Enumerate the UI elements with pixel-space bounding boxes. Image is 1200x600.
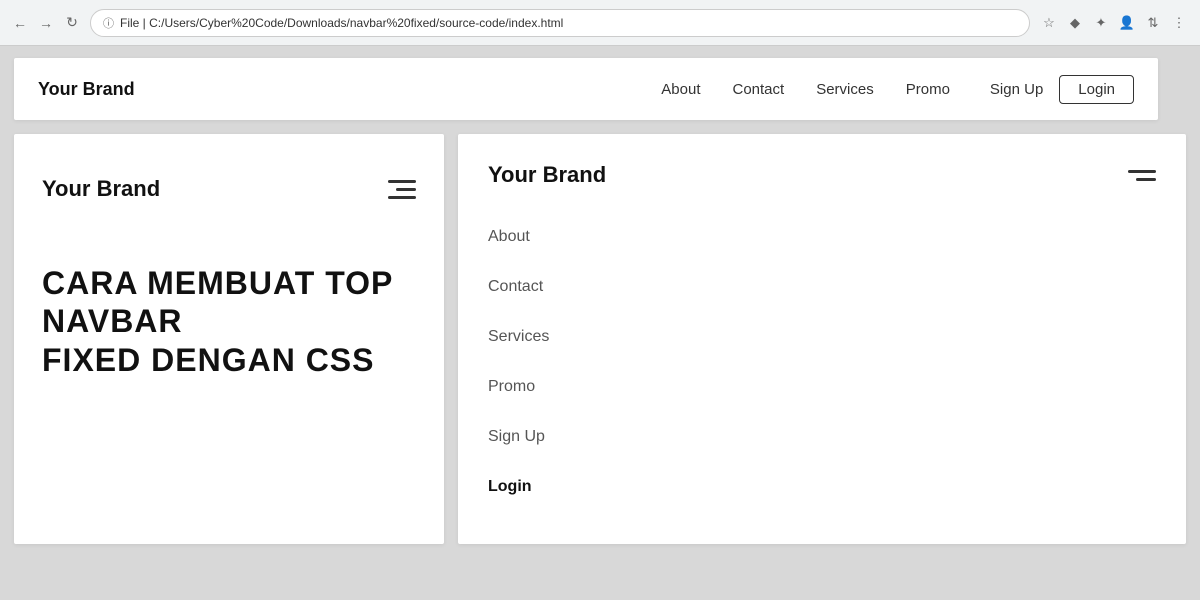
mobile-menu-login[interactable]: Login: [488, 462, 1156, 512]
sync-icon[interactable]: ⇅: [1142, 12, 1164, 34]
mobile-hamburger-line-2: [1136, 178, 1156, 181]
nav-links: About Contact Services Promo: [661, 81, 950, 98]
mobile-menu-about[interactable]: About: [488, 212, 1156, 262]
back-button[interactable]: ←: [10, 13, 30, 33]
main-area: Your Brand About Contact Services Promo …: [0, 46, 1200, 600]
mobile-hamburger-line-1: [1128, 170, 1156, 173]
sign-up-button[interactable]: Sign Up: [990, 81, 1043, 98]
more-icon[interactable]: ⋮: [1168, 12, 1190, 34]
browser-nav-buttons: ← → ↻: [10, 13, 82, 33]
mobile-menu-promo[interactable]: Promo: [488, 362, 1156, 412]
nav-link-about[interactable]: About: [661, 81, 700, 98]
mobile-menu-items: About Contact Services Promo Sign Up Log…: [458, 212, 1186, 512]
mobile-menu-brand: Your Brand: [488, 162, 606, 188]
mobile-menu-contact[interactable]: Contact: [488, 262, 1156, 312]
lock-icon: ⓘ: [103, 15, 114, 31]
browser-chrome: ← → ↻ ⓘ File | C:/Users/Cyber%20Code/Dow…: [0, 0, 1200, 46]
mobile-menu-signup[interactable]: Sign Up: [488, 412, 1156, 462]
nav-link-promo[interactable]: Promo: [906, 81, 950, 98]
right-panel: Your Brand About Contact Services Promo …: [458, 134, 1186, 544]
nav-link-contact[interactable]: Contact: [733, 81, 785, 98]
navbar-demo: Your Brand About Contact Services Promo …: [14, 58, 1158, 120]
bottom-section: Your Brand CARA MEMBUAT TOP NAVBAR FIXED…: [14, 134, 1186, 544]
heading-line-2: FIXED DENGAN CSS: [42, 342, 374, 378]
mobile-navbar-header: Your Brand: [14, 134, 444, 244]
login-button[interactable]: Login: [1059, 75, 1134, 104]
reload-button[interactable]: ↻: [62, 13, 82, 33]
left-heading: CARA MEMBUAT TOP NAVBAR FIXED DENGAN CSS: [42, 264, 416, 379]
left-panel: Your Brand CARA MEMBUAT TOP NAVBAR FIXED…: [14, 134, 444, 544]
mobile-menu-services[interactable]: Services: [488, 312, 1156, 362]
mobile-brand: Your Brand: [42, 176, 160, 202]
hamburger-icon[interactable]: [388, 180, 416, 199]
account-icon[interactable]: 👤: [1116, 12, 1138, 34]
mobile-hamburger-icon[interactable]: [1128, 170, 1156, 181]
forward-button[interactable]: →: [36, 13, 56, 33]
heading-line-1: CARA MEMBUAT TOP NAVBAR: [42, 265, 393, 339]
pin-icon[interactable]: ✦: [1090, 12, 1112, 34]
url-text: File | C:/Users/Cyber%20Code/Downloads/n…: [120, 16, 563, 30]
nav-link-services[interactable]: Services: [816, 81, 874, 98]
nav-auth: Sign Up Login: [990, 75, 1134, 104]
browser-actions: ☆ ◆ ✦ 👤 ⇅ ⋮: [1038, 12, 1190, 34]
left-text-block: CARA MEMBUAT TOP NAVBAR FIXED DENGAN CSS: [14, 244, 444, 544]
hamburger-line-3: [388, 196, 416, 199]
navbar-brand: Your Brand: [38, 79, 135, 100]
address-bar[interactable]: ⓘ File | C:/Users/Cyber%20Code/Downloads…: [90, 9, 1030, 37]
mobile-menu-header: Your Brand: [458, 134, 1186, 212]
hamburger-line-1: [388, 180, 416, 183]
extensions-icon[interactable]: ◆: [1064, 12, 1086, 34]
hamburger-line-2: [396, 188, 416, 191]
bookmark-icon[interactable]: ☆: [1038, 12, 1060, 34]
